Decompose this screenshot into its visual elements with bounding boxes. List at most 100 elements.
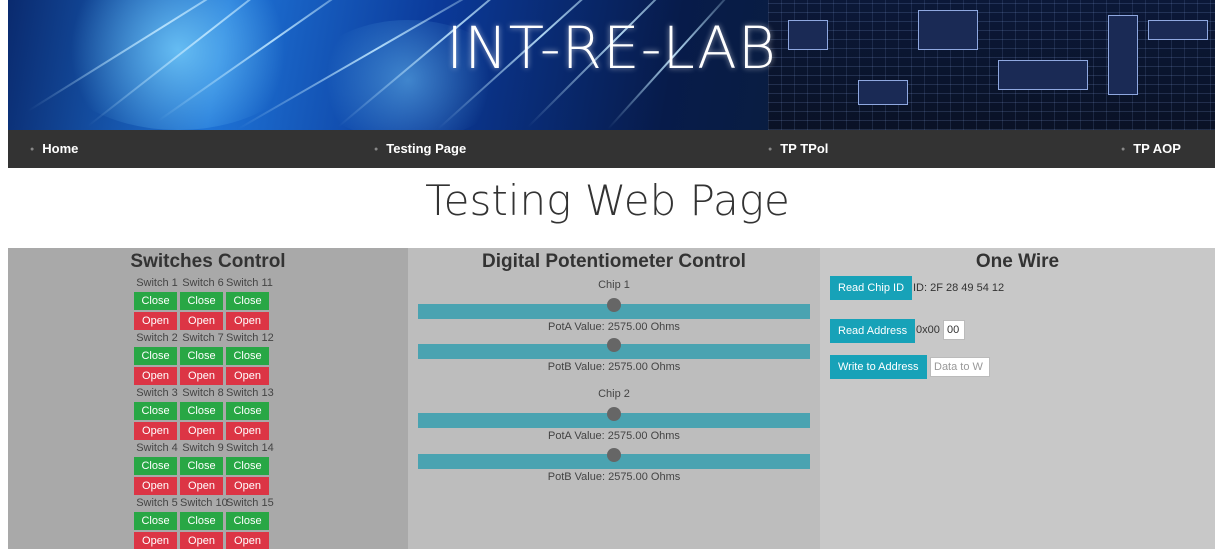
switch-open-button[interactable]: Open [134,532,177,549]
switch-open-button[interactable]: Open [180,532,223,549]
switch-label: Switch 11 [226,277,273,289]
chip-2-potb-value: PotB Value: 2575.00 Ohms [547,471,681,483]
bullet-icon: ● [30,145,35,153]
switch-group: Switch 2 Switch 7 Switch 12 Close Close Close… [134,332,279,385]
nav-label: TP TPol [780,141,829,156]
switch-group: Switch 5 Switch 10 Switch 15 Close Close Clos… [134,497,279,549]
read-address-button[interactable]: Read Address [830,319,916,343]
slider-thumb[interactable] [607,338,621,352]
switch-open-button[interactable]: Open [134,367,177,385]
main-nav: ● Home ● Testing Page ● TP TPol ● TP AOP [8,130,1215,168]
switch-label: Switch 10 [180,497,228,509]
slider-thumb[interactable] [607,448,621,462]
switch-open-button[interactable]: Open [226,477,269,495]
switch-open-button[interactable]: Open [180,312,223,330]
switch-label: Switch 6 [182,277,224,289]
switch-labels-row: Switch 4 Switch 9 Switch 14 [134,442,279,456]
switch-open-button[interactable]: Open [134,312,177,330]
potentiometer-title: Digital Potentiometer Control [482,251,746,272]
page-title: Testing Web Page [425,176,790,225]
switch-open-button[interactable]: Open [226,312,269,330]
switch-close-button[interactable]: Close [134,347,177,365]
switch-close-button[interactable]: Close [226,457,269,475]
switch-label: Switch 2 [136,332,178,344]
address-input[interactable] [943,320,965,340]
chip-1-pota-value: PotA Value: 2575.00 Ohms [548,321,680,333]
chip-2-potb-slider[interactable] [418,448,810,469]
switch-label: Switch 15 [226,497,274,509]
switch-open-button[interactable]: Open [226,422,269,440]
switches-panel: Switches Control Switch 1 Switch 6 Switch … [8,248,408,549]
switch-close-row: Close Close Close [134,292,279,310]
switch-open-row: Open Open Open [134,312,279,330]
one-wire-title: One Wire [975,251,1060,272]
switch-open-button[interactable]: Open [226,532,269,549]
switch-open-button[interactable]: Open [134,477,177,495]
nav-tp-aop[interactable]: ● TP AOP [1121,130,1181,168]
switch-close-row: Close Close Close [134,457,279,475]
switch-close-button[interactable]: Close [226,347,269,365]
switch-close-button[interactable]: Close [180,512,223,530]
switch-open-button[interactable]: Open [134,422,177,440]
switch-group: Switch 4 Switch 9 Switch 14 Close Close Close… [134,442,279,495]
switch-close-button[interactable]: Close [226,512,269,530]
switches-title: Switches Control [130,251,286,272]
switch-close-button[interactable]: Close [226,402,269,420]
chip-2-pota-slider[interactable] [418,407,810,428]
one-wire-panel: One Wire Read Chip ID ID: 2F 28 49 54 12… [820,248,1215,549]
header-banner: INT-RE-LAB [8,0,1215,130]
switch-open-row: Open Open Open [134,477,279,495]
slider-thumb[interactable] [607,407,621,421]
switch-group: Switch 3 Switch 8 Switch 13 Close Close Close… [134,387,279,440]
switch-label: Switch 9 [182,442,224,454]
slider-thumb[interactable] [607,298,621,312]
switch-close-button[interactable]: Close [180,347,223,365]
switch-label: Switch 4 [136,442,178,454]
bullet-icon: ● [1121,145,1126,153]
switch-open-row: Open Open Open [134,422,279,440]
site-logo-title: INT-RE-LAB [446,14,777,82]
switch-labels-row: Switch 5 Switch 10 Switch 15 [134,497,279,511]
switch-open-button[interactable]: Open [226,367,269,385]
switch-close-button[interactable]: Close [180,402,223,420]
chip-1-label: Chip 1 [598,279,630,291]
switch-close-button[interactable]: Close [180,292,223,310]
potentiometer-panel: Digital Potentiometer Control Chip 1 Pot… [408,248,820,549]
switch-label: Switch 13 [226,387,274,399]
nav-tp-tpol[interactable]: ● TP TPol [768,130,828,168]
switch-open-row: Open Open Open [134,367,279,385]
bullet-icon: ● [374,145,379,153]
switch-open-button[interactable]: Open [180,422,223,440]
address-prefix: 0x00 [916,324,940,336]
switch-open-button[interactable]: Open [180,477,223,495]
switch-open-button[interactable]: Open [180,367,223,385]
chip-2-label: Chip 2 [598,388,630,400]
nav-home[interactable]: ● Home [30,130,78,168]
bullet-icon: ● [768,145,773,153]
nav-testing-page[interactable]: ● Testing Page [374,130,466,168]
page: INT-RE-LAB ● Home ● Testing Page ● TP TPol … [0,0,1215,549]
switch-close-button[interactable]: Close [226,292,269,310]
switch-close-button[interactable]: Close [134,402,177,420]
switch-label: Switch 3 [136,387,178,399]
switch-close-button[interactable]: Close [134,292,177,310]
switch-close-button[interactable]: Close [134,457,177,475]
switch-group: Switch 1 Switch 6 Switch 11 Close Close Close… [134,277,279,330]
switch-open-row: Open Open Open [134,532,279,549]
nav-label: TP AOP [1133,141,1181,156]
switch-labels-row: Switch 1 Switch 6 Switch 11 [134,277,279,291]
read-chip-id-button[interactable]: Read Chip ID [830,276,913,300]
chip-1-potb-slider[interactable] [418,338,810,359]
switch-close-button[interactable]: Close [134,512,177,530]
switch-label: Switch 7 [182,332,224,344]
switch-close-row: Close Close Close [134,512,279,530]
write-data-input[interactable] [930,357,990,377]
switch-label: Switch 5 [136,497,178,509]
chip-1-pota-slider[interactable] [418,298,810,319]
chip-2-pota-value: PotA Value: 2575.00 Ohms [548,430,680,442]
write-to-address-button[interactable]: Write to Address [830,355,927,379]
switch-label: Switch 8 [182,387,224,399]
switch-close-button[interactable]: Close [180,457,223,475]
switch-labels-row: Switch 3 Switch 8 Switch 13 [134,387,279,401]
switch-grid: Switch 1 Switch 6 Switch 11 Close Close Close… [134,277,279,549]
